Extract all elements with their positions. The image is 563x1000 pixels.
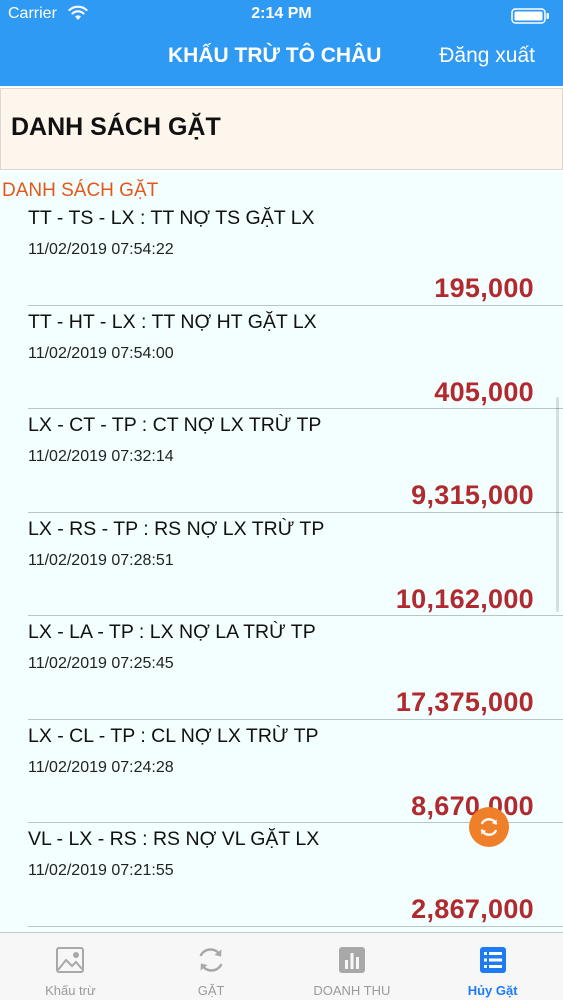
image-icon bbox=[56, 947, 85, 973]
list-item[interactable]: LX - LA - TP : LX NỢ LA TRỪ TP 11/02/2019… bbox=[0, 616, 563, 720]
item-title: LX - RS - TP : RS NỢ LX TRỪ TP bbox=[28, 517, 325, 540]
tab-khau-tru[interactable]: Khấu trừ bbox=[0, 933, 141, 1000]
item-title: LX - CL - TP : CL NỢ LX TRỪ TP bbox=[28, 724, 319, 747]
refresh-button[interactable] bbox=[469, 807, 509, 847]
item-timestamp: 11/02/2019 07:28:51 bbox=[28, 551, 174, 569]
tab-label: DOANH THU bbox=[313, 983, 391, 998]
list-item[interactable]: LX - CT - TP : CT NỢ LX TRỪ TP 11/02/2019… bbox=[0, 409, 563, 513]
item-amount: 9,315,000 bbox=[411, 480, 534, 510]
item-amount: 10,162,000 bbox=[395, 583, 534, 614]
section-label: DANH SÁCH GẶT bbox=[2, 180, 159, 201]
tab-label: GẶT bbox=[197, 983, 225, 998]
refresh-icon bbox=[480, 818, 498, 836]
tab-label: Khấu trừ bbox=[45, 983, 96, 998]
sync-icon bbox=[199, 948, 223, 972]
item-title: LX - LA - TP : LX NỢ LA TRỪ TP bbox=[28, 621, 316, 643]
status-bar: Carrier 2:14 PM bbox=[0, 0, 563, 30]
item-title: TT - TS - LX : TT NỢ TS GẶT LX bbox=[28, 207, 315, 229]
list-icon bbox=[479, 947, 506, 973]
item-title: LX - CT - TP : CT NỢ LX TRỪ TP bbox=[28, 414, 322, 436]
logout-button[interactable]: Đăng xuất bbox=[439, 44, 535, 68]
list-item[interactable]: LX - CL - TP : CL NỢ LX TRỪ TP 11/02/2019… bbox=[0, 720, 563, 823]
item-amount: 195,000 bbox=[434, 273, 534, 303]
nav-bar: KHẤU TRỪ TÔ CHÂU Đăng xuất bbox=[0, 30, 563, 86]
item-amount: 2,867,000 bbox=[411, 894, 534, 924]
page-title: DANH SÁCH GẶT bbox=[11, 113, 221, 141]
item-timestamp: 11/02/2019 07:54:00 bbox=[28, 344, 174, 362]
item-title: VL - LX - RS : RS NỢ VL GẶT LX bbox=[28, 828, 320, 850]
item-timestamp: 11/02/2019 07:24:28 bbox=[28, 758, 174, 776]
list-item[interactable]: TT - HT - LX : TT NỢ HT GẶT LX 11/02/2019… bbox=[0, 306, 563, 409]
harvest-list[interactable]: DANH SÁCH GẶT TT - TS - LX : TT NỢ TS GẶ… bbox=[0, 172, 563, 932]
clock-label: 2:14 PM bbox=[251, 5, 312, 22]
tab-label: Hủy Gặt bbox=[467, 983, 518, 998]
item-timestamp: 11/02/2019 07:54:22 bbox=[28, 241, 174, 258]
item-amount: 17,375,000 bbox=[395, 687, 534, 717]
scroll-indicator[interactable] bbox=[556, 397, 559, 612]
item-timestamp: 11/02/2019 07:32:14 bbox=[28, 448, 174, 465]
item-title: TT - HT - LX : TT NỢ HT GẶT LX bbox=[28, 310, 317, 333]
battery-icon bbox=[511, 8, 549, 24]
list-item[interactable]: LX - RS - TP : RS NỢ LX TRỪ TP 11/02/2019… bbox=[0, 513, 563, 616]
tab-doanh-thu[interactable]: DOANH THU bbox=[282, 933, 423, 1000]
item-amount: 405,000 bbox=[434, 376, 534, 407]
nav-title: KHẤU TRỪ TÔ CHÂU bbox=[168, 44, 382, 67]
bar-chart-icon bbox=[338, 947, 365, 973]
list-item[interactable]: TT - TS - LX : TT NỢ TS GẶT LX 11/02/2019… bbox=[0, 202, 563, 306]
app-screen: Carrier 2:14 PM KHẤU TRỪ TÔ CHÂU Đăng xu… bbox=[0, 0, 563, 1000]
tab-bar: Khấu trừ GẶT DOANH THU Hủy Gặt bbox=[0, 932, 563, 1000]
tab-huy-gat[interactable]: Hủy Gặt bbox=[422, 933, 563, 1000]
item-timestamp: 11/02/2019 07:25:45 bbox=[28, 655, 174, 672]
tab-gat[interactable]: GẶT bbox=[141, 933, 282, 1000]
item-timestamp: 11/02/2019 07:21:55 bbox=[28, 862, 174, 879]
page-header: DANH SÁCH GẶT bbox=[0, 88, 563, 170]
